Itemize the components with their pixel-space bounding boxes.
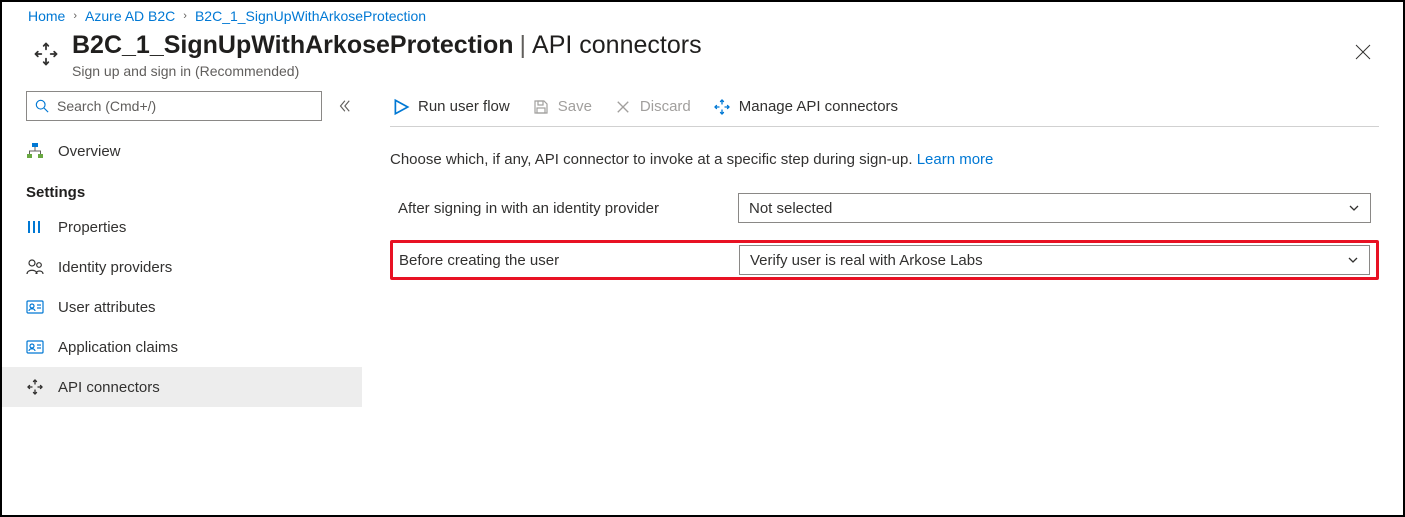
chevron-right-icon: › [73, 10, 77, 22]
search-input-wrap[interactable] [26, 91, 322, 121]
description-text: Choose which, if any, API connector to i… [390, 127, 1379, 188]
breadcrumb: Home › Azure AD B2C › B2C_1_SignUpWithAr… [2, 2, 1403, 28]
after-signin-select[interactable]: Not selected [738, 193, 1371, 223]
page-header: B2C_1_SignUpWithArkoseProtection|API con… [2, 28, 1403, 91]
sidebar-item-label: User attributes [58, 299, 156, 316]
toolbar: Run user flow Save Discard [390, 87, 1379, 127]
breadcrumb-home[interactable]: Home [28, 8, 65, 24]
sidebar: Overview Settings Properties Identity pr… [2, 91, 362, 496]
sitemap-icon [26, 142, 44, 160]
save-icon [532, 98, 550, 116]
sidebar-item-label: API connectors [58, 379, 160, 396]
main-content: Run user flow Save Discard [362, 91, 1403, 496]
search-icon [35, 99, 49, 113]
sidebar-item-label: Properties [58, 219, 126, 236]
manage-api-connectors-button[interactable]: Manage API connectors [711, 94, 900, 120]
chevron-right-icon: › [183, 10, 187, 22]
sidebar-item-label: Overview [58, 143, 121, 160]
connector-row-after-signin: After signing in with an identity provid… [390, 188, 1379, 228]
search-input[interactable] [55, 97, 313, 115]
properties-icon [26, 218, 44, 236]
sidebar-item-user-attributes[interactable]: User attributes [2, 287, 362, 327]
id-card-icon [26, 298, 44, 316]
people-icon [26, 258, 44, 276]
id-card-icon [26, 338, 44, 356]
sidebar-item-properties[interactable]: Properties [2, 207, 362, 247]
sidebar-item-label: Identity providers [58, 259, 172, 276]
close-button[interactable] [1347, 36, 1379, 68]
move-arrows-icon [713, 98, 731, 116]
sidebar-item-label: Application claims [58, 339, 178, 356]
connector-row-before-create: Before creating the user Verify user is … [390, 240, 1379, 280]
collapse-sidebar-button[interactable] [334, 96, 354, 116]
breadcrumb-userflow[interactable]: B2C_1_SignUpWithArkoseProtection [195, 8, 426, 24]
sidebar-item-application-claims[interactable]: Application claims [2, 327, 362, 367]
close-icon [614, 98, 632, 116]
select-value: Verify user is real with Arkose Labs [750, 252, 983, 269]
run-user-flow-button[interactable]: Run user flow [390, 94, 512, 120]
chevron-down-icon [1347, 254, 1359, 266]
learn-more-link[interactable]: Learn more [917, 151, 994, 168]
sidebar-item-identity-providers[interactable]: Identity providers [2, 247, 362, 287]
sidebar-item-overview[interactable]: Overview [2, 131, 362, 171]
chevron-down-icon [1348, 202, 1360, 214]
move-arrows-icon [26, 378, 44, 396]
row-label: Before creating the user [399, 252, 739, 269]
play-icon [392, 98, 410, 116]
sidebar-heading-settings: Settings [2, 171, 362, 207]
userflow-icon [32, 40, 60, 68]
row-label: After signing in with an identity provid… [398, 200, 738, 217]
page-title: B2C_1_SignUpWithArkoseProtection|API con… [72, 30, 1347, 61]
before-create-select[interactable]: Verify user is real with Arkose Labs [739, 245, 1370, 275]
sidebar-item-api-connectors[interactable]: API connectors [2, 367, 362, 407]
discard-button: Discard [612, 94, 693, 120]
save-button: Save [530, 94, 594, 120]
breadcrumb-azure-ad-b2c[interactable]: Azure AD B2C [85, 8, 175, 24]
select-value: Not selected [749, 200, 832, 217]
page-subtitle: Sign up and sign in (Recommended) [72, 63, 1347, 79]
